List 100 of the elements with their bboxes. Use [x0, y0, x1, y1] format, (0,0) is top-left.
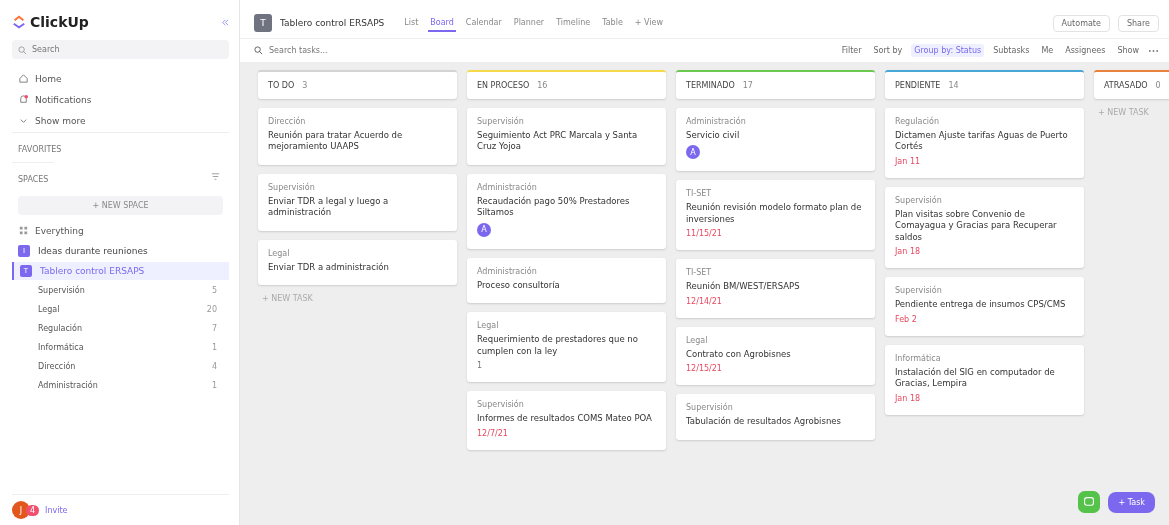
task-card[interactable]: Administración Proceso consultoría: [467, 257, 666, 304]
add-view-button[interactable]: + View: [632, 14, 666, 32]
nav-item[interactable]: Notifications: [12, 90, 229, 109]
view-tab[interactable]: Calendar: [463, 14, 504, 32]
task-title: Seguimiento Act PRC Marcala y Santa Cruz Yojoa: [477, 130, 639, 153]
view-tab[interactable]: List: [402, 14, 421, 32]
subtask-count: 1: [477, 361, 483, 371]
section-header[interactable]: FAVORITES: [12, 132, 229, 160]
due-date: Feb 2: [895, 314, 917, 324]
list-name: Administración: [686, 117, 746, 126]
list-item[interactable]: Administración 1: [12, 377, 229, 394]
toolbar-button[interactable]: Group by: Status: [911, 44, 985, 57]
list-item[interactable]: Regulación 7: [12, 320, 229, 337]
nav-item[interactable]: Show more: [12, 111, 229, 130]
task-card[interactable]: Supervisión Informes de resultados COMS Mateo POA 12/7/21: [467, 391, 666, 450]
toolbar-button[interactable]: Show: [1114, 44, 1142, 57]
share-button[interactable]: Share: [1117, 14, 1159, 32]
due-date: 12/7/21: [477, 428, 508, 438]
list-name: Administración: [477, 182, 537, 192]
automate-button[interactable]: Automate: [1052, 14, 1110, 32]
list-name: TI-SET: [686, 268, 712, 278]
list-name: Supervisión: [477, 117, 524, 126]
due-date: 12/15/21: [686, 364, 722, 374]
view-tab[interactable]: Board: [428, 14, 456, 32]
search-icon: [254, 46, 263, 55]
list-name: Supervisión: [686, 403, 733, 413]
toolbar-button[interactable]: Sort by: [870, 44, 906, 57]
view-tab[interactable]: Planner: [511, 14, 547, 32]
bell-icon: [18, 94, 29, 105]
task-card[interactable]: Regulación Dictamen Ajuste tarifas Aguas de Puerto Cortés Jan 11: [885, 108, 1084, 178]
task-card[interactable]: Dirección Reunión para tratar Acuerdo de mejoramiento UAAPS: [258, 108, 457, 165]
column-title: ATRASADO: [1104, 81, 1148, 90]
nav-item[interactable]: Home: [12, 69, 229, 88]
column-title: TO DO: [268, 81, 295, 90]
list-item[interactable]: Supervisión 5: [12, 282, 229, 299]
search-field[interactable]: Search: [12, 40, 229, 59]
space-avatar: T: [254, 14, 272, 32]
task-card[interactable]: Legal Enviar TDR a administración: [258, 239, 457, 286]
assignee-avatar: A: [477, 222, 491, 237]
list-name: Legal: [268, 248, 290, 258]
task-title: Instalación del SIG en computador de Gracias, Lempira: [895, 366, 1056, 390]
chat-icon[interactable]: [1078, 491, 1101, 513]
task-title: Enviar TDR a legal y luego a administración: [268, 195, 390, 219]
list-name: Supervisión: [895, 195, 942, 205]
due-date: Jan 18: [895, 247, 921, 257]
board-title: Tablero control ERSAPS: [280, 18, 385, 28]
column-title: TERMINADO: [686, 81, 735, 90]
task-card[interactable]: Supervisión Seguimiento Act PRC Marcala y Santa Cruz Yojoa: [467, 108, 666, 165]
user-avatar[interactable]: J: [12, 501, 30, 519]
due-date: Jan 11: [895, 156, 921, 166]
logo: ClickUp: [12, 14, 89, 30]
section-header: SPACES: [12, 162, 55, 190]
task-title: Dictamen Ajuste tarifas Aguas de Puerto Cortés: [895, 130, 1069, 153]
notification-badge: 4: [26, 504, 40, 516]
task-card[interactable]: Legal Contrato con Agrobisnes 12/15/21: [676, 326, 875, 386]
task-card[interactable]: Legal Requerimiento de prestadores que no cumplen con la ley 1: [467, 312, 666, 383]
home-icon: [18, 73, 29, 84]
task-card[interactable]: TI-SET Reunión revisión modelo formato plan de inversiones 11/15/21: [676, 180, 875, 251]
task-title: Servicio civil: [686, 130, 740, 142]
task-card[interactable]: Administración Servicio civil A: [676, 108, 875, 172]
task-card[interactable]: Supervisión Pendiente entrega de insumos CPS/CMS Feb 2: [885, 277, 1084, 336]
toolbar-button[interactable]: Filter: [838, 44, 865, 57]
list-name: Supervisión: [268, 182, 315, 192]
list-item[interactable]: Dirección 4: [12, 358, 229, 375]
task-title: Contrato con Agrobisnes: [686, 348, 791, 361]
task-card[interactable]: Supervisión Tabulación de resultados Agrobisnes: [676, 394, 875, 440]
task-card[interactable]: Informática Instalación del SIG en computador de Gracias, Lempira Jan 18: [885, 344, 1084, 415]
task-card[interactable]: Supervisión Enviar TDR a legal y luego a administración: [258, 173, 457, 231]
task-title: Informes de resultados COMS Mateo POA: [477, 413, 652, 425]
collapse-icon[interactable]: [220, 17, 229, 27]
due-date: 11/15/21: [686, 229, 722, 239]
toolbar-button[interactable]: Subtasks: [990, 44, 1033, 57]
toolbar-button[interactable]: Me: [1038, 44, 1057, 57]
list-item[interactable]: Legal 20: [12, 301, 229, 318]
task-card[interactable]: Administración Recaudación pago 50% Prestadores Siltamos A: [467, 173, 666, 249]
task-title: Pendiente entrega de insumos CPS/CMS: [895, 299, 1066, 311]
task-title: Plan visitas sobre Convenio de Comayagua y Gracias para Recuperar saldos: [895, 208, 1058, 244]
toolbar-button[interactable]: Assignees: [1062, 44, 1109, 57]
task-count: 0: [1155, 81, 1161, 90]
task-count: 17: [742, 81, 753, 90]
nav-item[interactable]: Everything: [12, 221, 229, 240]
filter-icon[interactable]: [210, 170, 221, 182]
task-title: Recaudación pago 50% Prestadores Siltamos: [477, 195, 631, 219]
invite-link[interactable]: Invite: [45, 505, 68, 515]
list-name: Informática: [895, 353, 941, 363]
task-card[interactable]: TI-SET Reunión BM/WEST/ERSAPS 12/14/21: [676, 259, 875, 318]
task-card[interactable]: Supervisión Plan visitas sobre Convenio de Comayagua y Gracias para Recuperar saldos Jan 18: [885, 186, 1084, 269]
view-tab[interactable]: Timeline: [554, 14, 593, 32]
more-icon[interactable]: [1148, 48, 1159, 53]
list-name: TI-SET: [686, 189, 712, 199]
list-name: Dirección: [268, 117, 306, 126]
task-title: Enviar TDR a administración: [268, 261, 389, 274]
task-title: Reunión para tratar Acuerdo de mejoramiento UAAPS: [268, 130, 404, 153]
list-name: Supervisión: [895, 286, 942, 296]
search-field[interactable]: Search tasks...: [267, 45, 421, 56]
list-name: Legal: [686, 335, 708, 345]
task-count: 14: [948, 81, 959, 90]
view-tab[interactable]: Table: [600, 14, 625, 32]
list-item[interactable]: Informática 1: [12, 339, 229, 356]
task-title: Reunión revisión modelo formato plan de inversiones: [686, 202, 863, 226]
